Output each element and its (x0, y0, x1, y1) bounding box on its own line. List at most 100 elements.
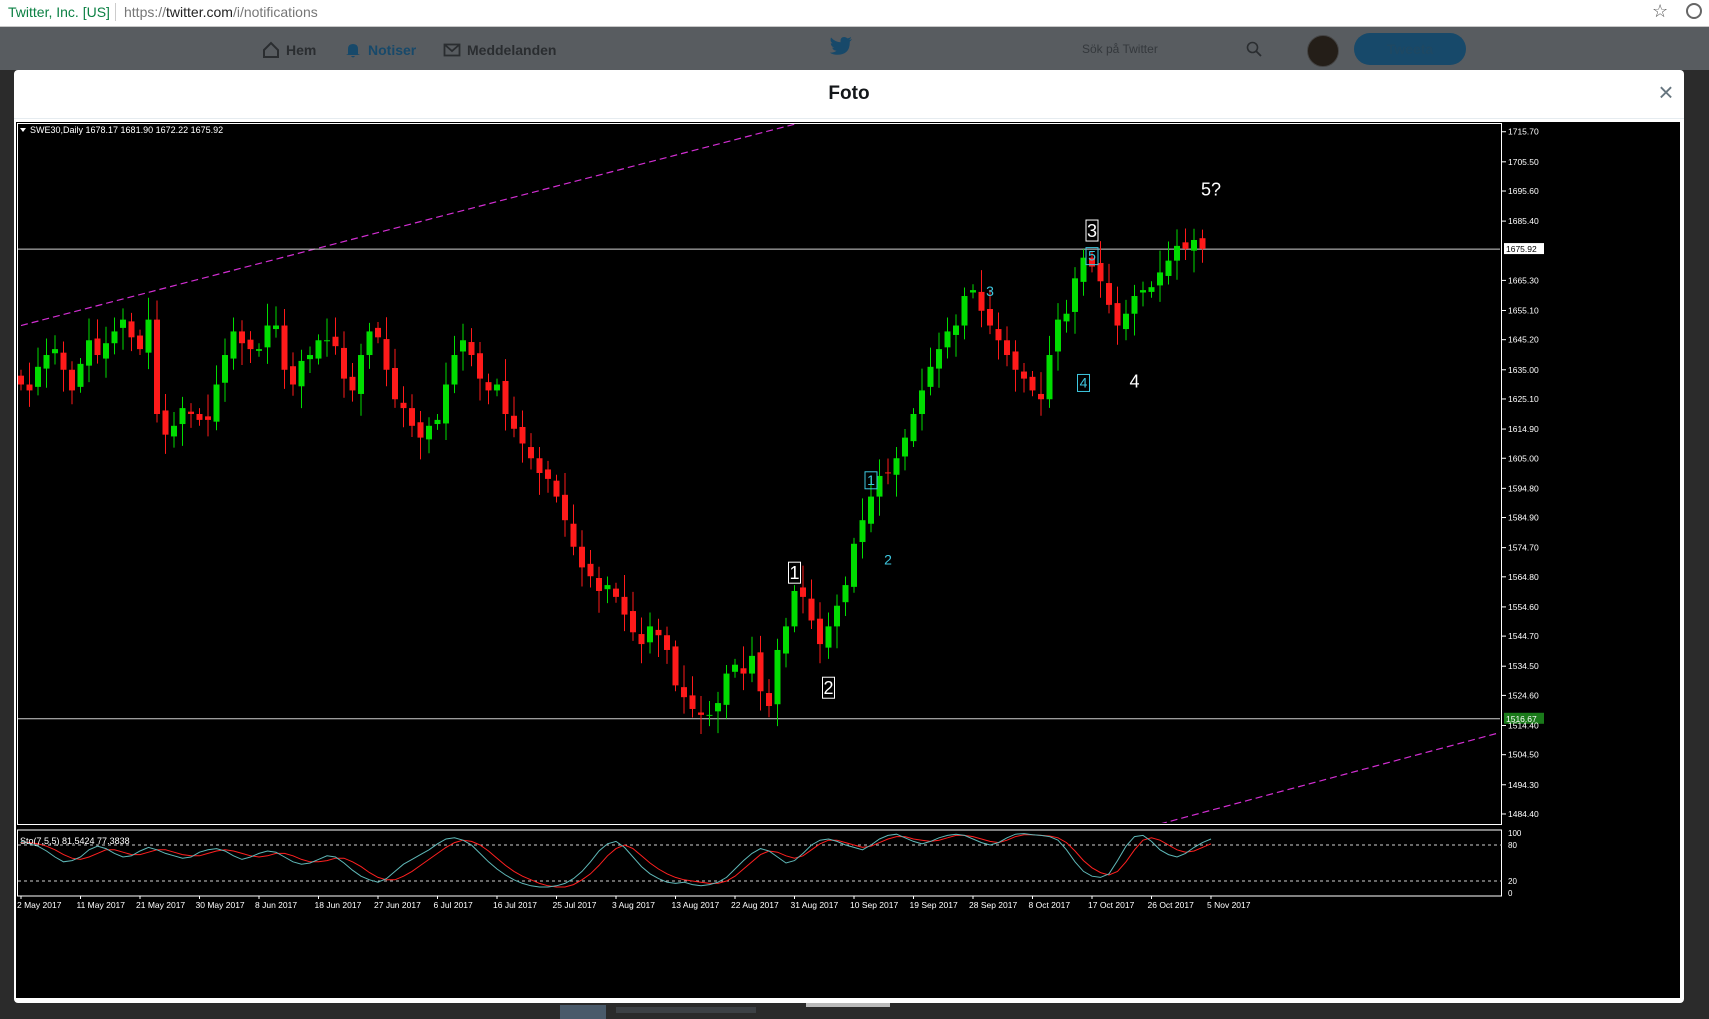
candle-body (953, 325, 959, 335)
chart-background (16, 122, 1680, 998)
candle-body (434, 419, 441, 425)
candle-body (885, 472, 891, 474)
x-tick-label: 3 Aug 2017 (612, 900, 655, 910)
candle-body (536, 458, 543, 473)
x-tick-label: 18 Jun 2017 (315, 900, 362, 910)
close-icon[interactable]: × (1654, 79, 1678, 105)
candle-body (766, 693, 772, 707)
candle-body (213, 384, 220, 422)
candle-body (400, 402, 407, 409)
extension-icon[interactable] (1686, 3, 1702, 19)
candle-body (154, 319, 160, 415)
candle-body (35, 366, 41, 387)
candle-body (1021, 371, 1027, 379)
y-tick-label: 1635.00 (1508, 365, 1539, 375)
candle-body (281, 325, 288, 370)
candle-body (502, 380, 509, 415)
candle-body (60, 352, 67, 370)
candle-body (426, 425, 432, 440)
browser-address-bar[interactable]: Twitter, Inc. [US] https://twitter.com/i… (0, 0, 1709, 27)
candle-body (205, 416, 211, 420)
candle-body (103, 343, 109, 359)
y-tick-label: 1594.80 (1508, 483, 1539, 493)
search-icon[interactable] (1246, 41, 1262, 57)
wave-label: 1 (789, 563, 799, 583)
nav-notifications[interactable]: Notiser (344, 41, 416, 59)
candle-body (1004, 340, 1010, 356)
stochastic-level-label: 100 (1508, 829, 1522, 838)
stochastic-level-label: 0 (1508, 889, 1513, 898)
url-field[interactable]: https://twitter.com/i/notifications (124, 4, 318, 20)
candle-body (366, 331, 373, 356)
twitter-bird-icon[interactable] (829, 36, 853, 58)
candle-body (570, 523, 577, 547)
nav-home[interactable]: Hem (262, 41, 316, 59)
envelope-icon (443, 43, 461, 57)
wave-label: 4 (1080, 374, 1088, 390)
candle-body (383, 339, 390, 370)
candle-body (18, 375, 24, 385)
site-identity[interactable]: Twitter, Inc. [US] (8, 4, 110, 20)
candle-body (179, 408, 186, 425)
candle-body (1131, 296, 1138, 314)
candle-body (604, 585, 611, 590)
y-tick-label: 1665.30 (1508, 275, 1539, 285)
candle-body (375, 327, 381, 338)
x-tick-label: 5 Nov 2017 (1207, 900, 1251, 910)
candle-body (732, 664, 738, 672)
candle-body (273, 325, 279, 330)
x-tick-label: 26 Oct 2017 (1148, 900, 1195, 910)
x-tick-label: 13 Aug 2017 (672, 900, 720, 910)
candle-body (672, 646, 679, 686)
y-tick-label: 1544.70 (1508, 631, 1539, 641)
candle-body (451, 355, 458, 385)
candle-body (477, 353, 483, 379)
y-tick-label: 1625.10 (1508, 394, 1539, 404)
x-tick-label: 8 Jun 2017 (255, 900, 297, 910)
candle-body (171, 425, 177, 437)
search-input[interactable]: Sök på Twitter (1072, 35, 1272, 63)
candle-body (791, 590, 798, 627)
x-tick-label: 31 Aug 2017 (791, 900, 839, 910)
y-tick-label: 1564.80 (1508, 572, 1539, 582)
x-tick-label: 16 Jul 2017 (493, 900, 537, 910)
stochastic-level-label: 20 (1508, 877, 1517, 886)
candle-body (298, 360, 305, 387)
x-tick-label: 10 Sep 2017 (850, 900, 898, 910)
candle-body (553, 480, 560, 497)
x-tick-label: 25 Jul 2017 (553, 900, 597, 910)
bookmark-star-icon[interactable]: ☆ (1652, 1, 1668, 22)
url-scheme: https:// (124, 4, 167, 20)
candle-body (842, 585, 849, 603)
candle-body (196, 414, 203, 420)
candle-body (528, 447, 534, 459)
candle-body (689, 695, 696, 709)
candle-body (1012, 351, 1019, 370)
candle-body (519, 426, 526, 444)
stochastic-label: Sto(7,5,5) 81.5424 77.3838 (20, 836, 130, 846)
candle-body (961, 296, 968, 326)
candle-body (256, 349, 262, 351)
avatar[interactable] (1307, 35, 1339, 67)
candle-body (86, 340, 92, 366)
bell-icon (346, 44, 360, 58)
candle-body (587, 563, 594, 577)
candle-body (757, 652, 764, 692)
x-tick-label: 21 May 2017 (136, 900, 185, 910)
bottom-text-placeholder (616, 1007, 756, 1013)
candle-body (987, 309, 993, 326)
candle-body (307, 355, 313, 360)
wave-label: 2 (823, 678, 833, 698)
candle-body (341, 347, 347, 379)
candle-body (919, 390, 925, 415)
y-tick-label: 1574.70 (1508, 543, 1539, 553)
candle-body (43, 355, 50, 369)
y-tick-label: 1534.50 (1508, 661, 1539, 671)
candle-body (834, 605, 840, 627)
candle-body (392, 367, 398, 400)
tweet-button[interactable]: Tweeta (1354, 33, 1466, 65)
candle-body (1157, 272, 1163, 286)
candle-body (910, 414, 917, 442)
nav-messages[interactable]: Meddelanden (443, 41, 556, 59)
candle-body (970, 290, 976, 293)
